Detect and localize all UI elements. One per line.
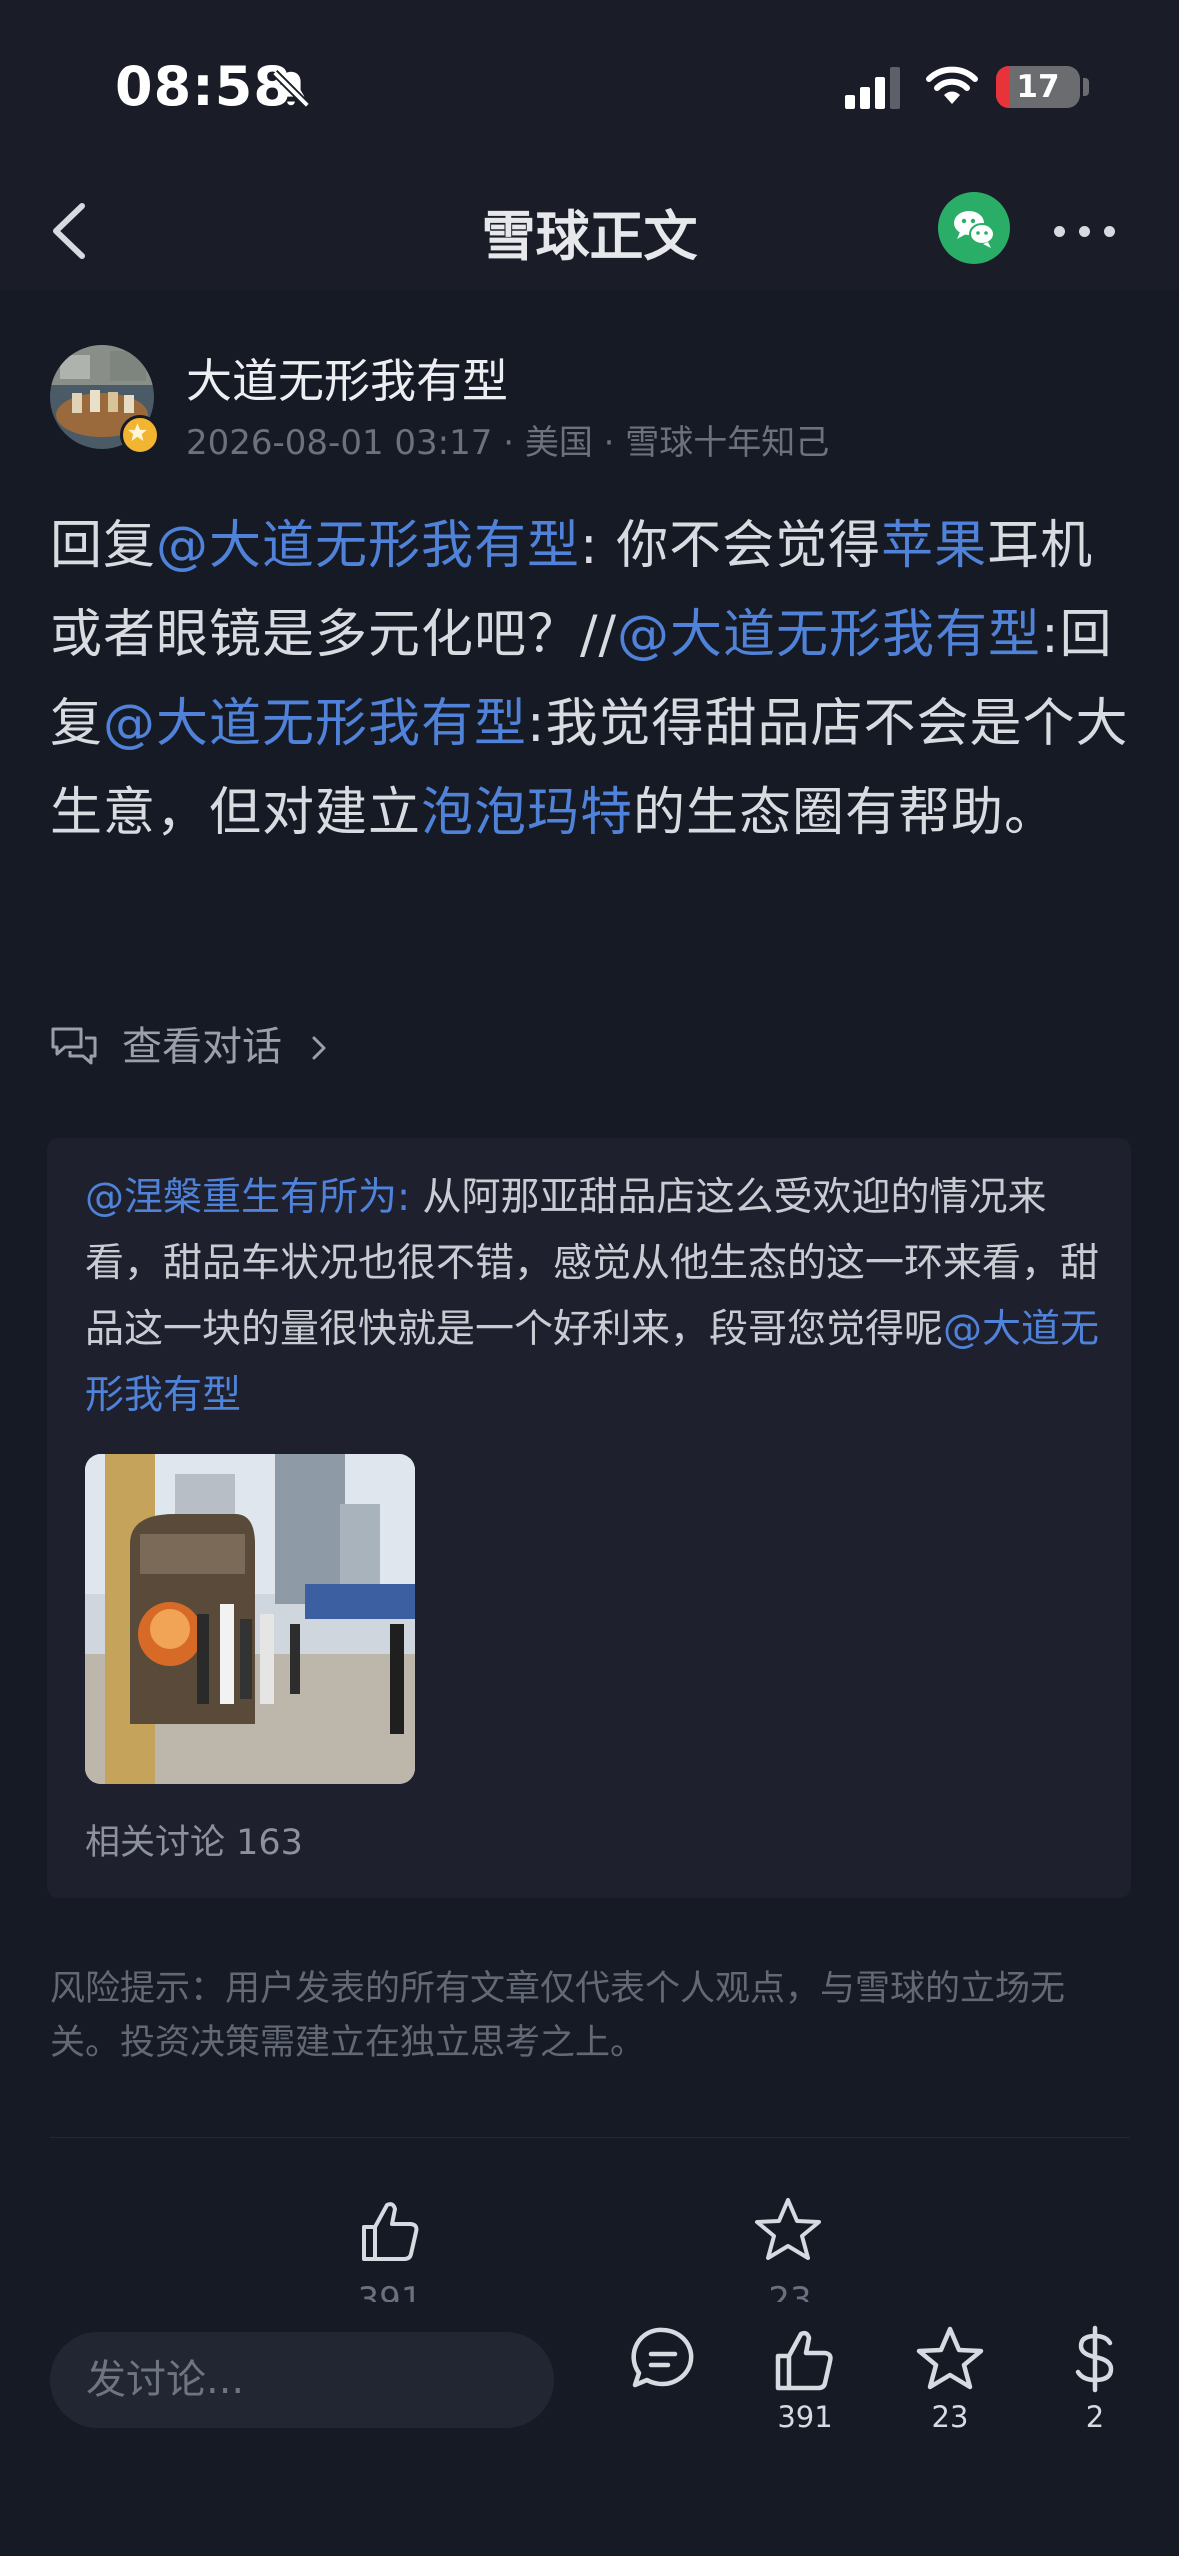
reward-count: 2: [1085, 2400, 1105, 2434]
quoted-post-text: @涅槃重生有所为: 从阿那亚甜品店这么受欢迎的情况来看，甜品车状况也很不错，感觉…: [85, 1165, 1105, 1429]
reward-dollar-icon[interactable]: [1060, 2324, 1130, 2394]
post-link[interactable]: @大道无形我有型: [103, 694, 527, 754]
post-link[interactable]: 泡泡玛特: [421, 783, 633, 843]
divider: [50, 2137, 1130, 2138]
post-text: : 你不会觉得: [580, 516, 882, 576]
comment-icon[interactable]: [628, 2324, 698, 2394]
meta-separator: ·: [503, 423, 525, 463]
quoted-post-card[interactable]: @涅槃重生有所为: 从阿那亚甜品店这么受欢迎的情况来看，甜品车状况也很不错，感觉…: [47, 1138, 1131, 1898]
bell-muted-icon: [271, 69, 311, 109]
cellular-signal-icon: [845, 67, 900, 109]
post-date: 2026-08-01 03:17: [186, 423, 493, 463]
chevron-right-icon: [312, 1036, 326, 1060]
more-dot: [1054, 226, 1065, 237]
status-time: 08:58: [115, 55, 292, 118]
wechat-icon: [954, 211, 995, 248]
battery-indicator: 17: [996, 66, 1080, 108]
post-link[interactable]: @大道无形我有型: [617, 605, 1041, 665]
thumbs-up-icon[interactable]: [356, 2195, 426, 2265]
view-conversation-label: 查看对话: [122, 1024, 282, 1070]
star-icon[interactable]: [753, 2195, 823, 2265]
favorite-star-icon[interactable]: [915, 2324, 985, 2394]
risk-disclaimer: 风险提示：用户发表的所有文章仅代表个人观点，与雪球的立场无关。投资决策需建立在独…: [50, 1969, 1066, 2063]
status-bar: 08:58 17: [0, 0, 1179, 170]
post-text: 的生态圈有帮助。: [633, 783, 1058, 843]
post-body: 回复@大道无形我有型: 你不会觉得苹果耳机或者眼镜是多元化吧？//@大道无形我有…: [50, 502, 1140, 858]
post-link[interactable]: @大道无形我有型: [156, 516, 580, 576]
verified-badge-icon: [120, 415, 160, 455]
meta-separator: ·: [603, 423, 626, 463]
wechat-share-button[interactable]: [938, 192, 1010, 264]
post-meta: 2026-08-01 03:17 · 美国 · 雪球十年知己: [186, 415, 829, 464]
more-dot: [1104, 226, 1115, 237]
favorite-count: 23: [931, 2400, 969, 2434]
related-discussions-link[interactable]: 相关讨论 163: [85, 1814, 303, 1865]
more-options-button[interactable]: [1050, 205, 1120, 255]
author-name[interactable]: 大道无形我有型: [186, 345, 508, 411]
quoted-post-image[interactable]: [85, 1454, 415, 1784]
bottom-action-bar: 391 23 2: [0, 2302, 1179, 2556]
street-scene-image: [85, 1454, 415, 1784]
navigation-bar: 雪球正文: [0, 170, 1179, 290]
post-location: 美国: [524, 423, 593, 463]
battery-percentage: 17: [1016, 69, 1060, 105]
wifi-icon: [926, 66, 978, 104]
like-count: 391: [777, 2400, 833, 2434]
post-link[interactable]: 苹果: [881, 516, 987, 576]
author-tag: 雪球十年知己: [625, 423, 830, 463]
like-icon[interactable]: [770, 2324, 840, 2394]
quoted-author-link[interactable]: @涅槃重生有所为:: [85, 1175, 410, 1220]
more-dot: [1079, 226, 1090, 237]
battery-cap: [1083, 78, 1089, 96]
comment-input[interactable]: [50, 2332, 554, 2428]
post-text: 回复: [50, 516, 157, 576]
conversation-icon: [51, 1027, 97, 1065]
